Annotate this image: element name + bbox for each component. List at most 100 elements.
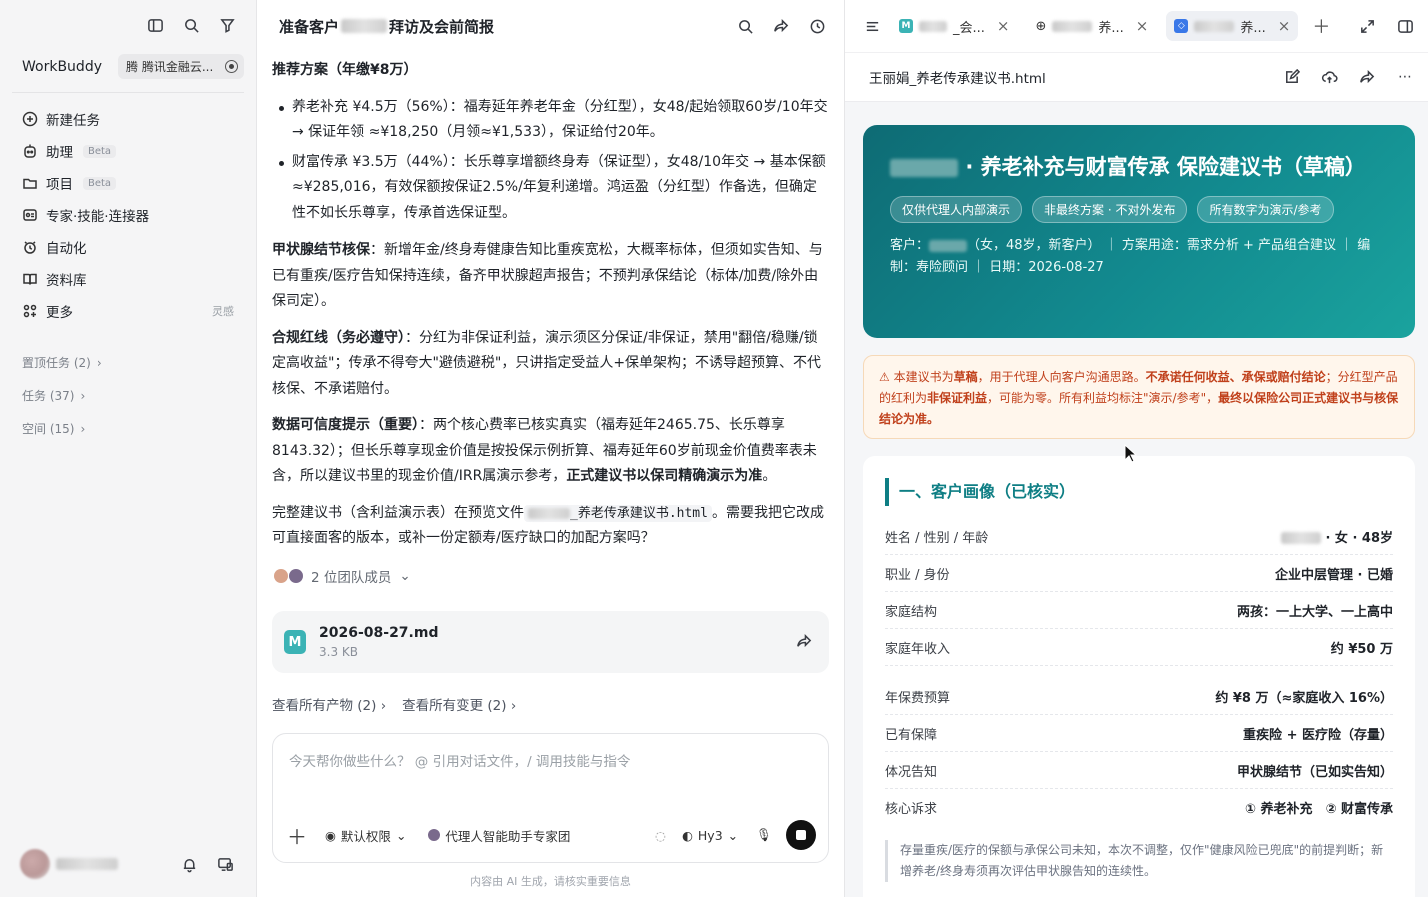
html-file-icon: ◇ bbox=[1174, 19, 1189, 33]
redacted-text bbox=[1194, 20, 1235, 32]
workspace-selector[interactable]: 腾 腾讯金融云... bbox=[118, 54, 244, 79]
toggle-panel-icon[interactable] bbox=[1396, 17, 1414, 35]
group-label: 置顶任务 (2) bbox=[22, 356, 91, 370]
message-composer[interactable]: 今天帮你做些什么？ @ 引用对话文件，/ 调用技能与指令 ＋ ◉ 默认权限 ⌄ … bbox=[272, 733, 829, 863]
tab-label: _会... bbox=[953, 20, 985, 36]
model-label: Hy3 bbox=[697, 827, 723, 843]
add-attachment-button[interactable]: ＋ bbox=[287, 821, 315, 850]
redacted-text bbox=[528, 507, 570, 519]
model-selector[interactable]: ◐ Hy3 ⌄ bbox=[682, 828, 738, 843]
client-profile-section: 一、客户画像（已核实） 姓名 / 性别 / 年龄 · 女 · 48岁 职业 / … bbox=[863, 456, 1415, 897]
plan-list: 养老补充 ¥4.5万（56%）：福寿延年养老年金（分红型），女48/起始领取60… bbox=[272, 95, 830, 227]
permission-selector[interactable]: ◉ 默认权限 ⌄ bbox=[325, 826, 406, 845]
workspace-label: 腾 腾讯金融云... bbox=[126, 60, 214, 74]
proposal-hero: · 养老补充与财富传承 保险建议书（草稿） 仅供代理人内部演示 非最终方案 · … bbox=[863, 125, 1415, 338]
profile-note: 存量重疾/医疗的保额与承保公司未知，本次不调整，仅作"健康风险已兜底"的前提判断… bbox=[885, 840, 1393, 882]
expand-icon[interactable] bbox=[1358, 17, 1376, 35]
file-reference[interactable]: _养老传承建议书.html bbox=[524, 504, 712, 522]
toggle-sidebar-icon[interactable] bbox=[146, 16, 164, 34]
data-bold2: 正式建议书以保司精确演示为准 bbox=[566, 468, 763, 484]
share-icon[interactable] bbox=[795, 632, 813, 650]
chevron-right-icon: › bbox=[80, 421, 86, 436]
thyroid-bold: 甲状腺结节核保 bbox=[272, 242, 370, 258]
member-avatar bbox=[274, 569, 288, 583]
row-key: 家庭结构 bbox=[885, 604, 938, 620]
workspace-status-icon bbox=[225, 60, 238, 73]
user-avatar[interactable] bbox=[20, 849, 50, 879]
nav-more[interactable]: 更多 灵感 bbox=[14, 295, 244, 327]
upload-cloud-icon[interactable] bbox=[1320, 68, 1338, 86]
view-artifacts-link[interactable]: 查看所有产物 (2) › bbox=[272, 694, 386, 714]
redacted-text bbox=[1052, 20, 1093, 32]
mouse-cursor-icon bbox=[1124, 444, 1138, 463]
tab-label: 养... bbox=[1098, 20, 1124, 36]
preview-file-bar: 王丽娟_养老传承建议书.html ⋯ bbox=[845, 52, 1428, 102]
redacted-text bbox=[890, 159, 958, 177]
beta-badge: Beta bbox=[83, 144, 117, 158]
group-pinned-tasks[interactable]: 置顶任务 (2) › bbox=[22, 346, 102, 379]
team-label: 2 位团队成员 bbox=[311, 570, 392, 586]
filter-icon[interactable] bbox=[218, 16, 236, 34]
expert-team-selector[interactable]: 代理人智能助手专家团 bbox=[428, 826, 570, 845]
bell-icon[interactable] bbox=[180, 855, 198, 873]
preview-tab-active[interactable]: ◇ 养... × bbox=[1166, 11, 1299, 41]
search-icon[interactable] bbox=[182, 16, 200, 34]
preview-tab[interactable]: M _会... × bbox=[891, 11, 1017, 41]
preview-tabbar: M _会... × ⊕ 养... × ◇ 养... × ＋ bbox=[845, 0, 1428, 52]
proposal-meta: 客户： （女，48岁，新客户） ｜ 方案用途：需求分析 + 产品组合建议 ｜ 编制… bbox=[890, 235, 1388, 279]
client-name-redacted bbox=[341, 19, 388, 33]
devices-icon[interactable] bbox=[216, 855, 234, 873]
nav-projects[interactable]: 项目 Beta bbox=[14, 167, 244, 199]
microphone-icon[interactable]: 🎙 bbox=[756, 827, 772, 843]
history-clock-icon[interactable] bbox=[808, 17, 826, 35]
inspiration-label[interactable]: 灵感 bbox=[212, 303, 234, 319]
menu-icon[interactable] bbox=[863, 17, 881, 35]
table-row: 家庭结构 两孩：一上大学、一上高中 bbox=[885, 592, 1393, 629]
table-row: 已有保障 重疾险 + 医疗险（存量） bbox=[885, 715, 1393, 752]
preview-tab[interactable]: ⊕ 养... × bbox=[1027, 11, 1156, 41]
share-icon[interactable] bbox=[772, 17, 790, 35]
artifact-links: 查看所有产物 (2) › 查看所有变更 (2) › bbox=[272, 694, 516, 714]
close-icon[interactable]: × bbox=[1136, 17, 1149, 35]
row-value: · 女 · 48岁 bbox=[1280, 527, 1393, 546]
row-value: 甲状腺结节（已如实告知） bbox=[1236, 764, 1393, 780]
folder-icon bbox=[23, 178, 37, 189]
view-changes-link[interactable]: 查看所有变更 (2) › bbox=[402, 694, 516, 714]
file-attachment-card[interactable]: M 2026-08-27.md 3.3 KB bbox=[272, 611, 829, 673]
composer-input[interactable]: 今天帮你做些什么？ @ 引用对话文件，/ 调用技能与指令 bbox=[289, 750, 630, 770]
robot-icon bbox=[24, 144, 36, 158]
nav-library[interactable]: 资料库 bbox=[14, 263, 244, 295]
data-end: 。 bbox=[762, 468, 777, 484]
stop-generation-button[interactable] bbox=[786, 820, 816, 850]
chat-header: 准备客户 拜访及会前简报 bbox=[257, 0, 844, 52]
preview-file-title: 王丽娟_养老传承建议书.html bbox=[869, 71, 1046, 87]
close-icon[interactable]: × bbox=[997, 17, 1010, 35]
group-tasks[interactable]: 任务 (37) › bbox=[22, 379, 102, 412]
new-tab-button[interactable]: ＋ bbox=[1312, 13, 1330, 39]
row-key: 已有保障 bbox=[885, 727, 938, 743]
user-area bbox=[20, 847, 244, 881]
team-members-toggle[interactable]: 2 位团队成员 ⌄ bbox=[274, 566, 411, 586]
warn-bold: 不承诺任何收益、承保或赔付结论 bbox=[1145, 370, 1326, 384]
expert-avatar bbox=[428, 829, 441, 841]
tab-label: 养... bbox=[1240, 20, 1266, 36]
nav-experts-skills[interactable]: 专家·技能·连接器 bbox=[14, 199, 244, 231]
sidebar-nav: 新建任务 助理 Beta 项目 Beta 专家·技能·连接器 自动化 资料库 更… bbox=[14, 103, 244, 327]
proposal-title: · 养老补充与财富传承 保险建议书（草稿） bbox=[890, 149, 1388, 186]
more-icon[interactable]: ⋯ bbox=[1396, 68, 1414, 86]
nav-assistant[interactable]: 助理 Beta bbox=[14, 135, 244, 167]
proposal-title-text: · 养老补充与财富传承 保险建议书（草稿） bbox=[965, 155, 1366, 179]
search-icon[interactable] bbox=[736, 17, 754, 35]
close-icon[interactable]: × bbox=[1278, 17, 1291, 35]
edit-icon[interactable] bbox=[1282, 68, 1300, 86]
group-spaces[interactable]: 空间 (15) › bbox=[22, 412, 102, 445]
share-icon[interactable] bbox=[1358, 68, 1376, 86]
ai-disclaimer: 内容由 AI 生成，请核实重要信息 bbox=[470, 875, 631, 888]
list-item: 养老补充 ¥4.5万（56%）：福寿延年养老年金（分红型），女48/起始领取60… bbox=[272, 95, 830, 146]
compliance-paragraph: 合规红线（务必遵守）：分红为非保证利益，演示须区分保证/非保证，禁用"翻倍/稳赚… bbox=[272, 326, 830, 403]
beta-badge: Beta bbox=[83, 176, 117, 190]
row-key: 年保费预算 bbox=[885, 690, 951, 706]
nav-automation[interactable]: 自动化 bbox=[14, 231, 244, 263]
row-key: 体况告知 bbox=[885, 764, 938, 780]
nav-new-task[interactable]: 新建任务 bbox=[14, 103, 244, 135]
